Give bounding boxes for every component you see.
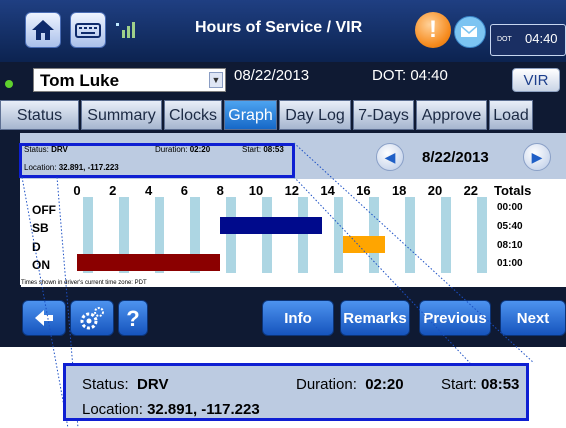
hour-label-18: 18: [391, 183, 407, 198]
hour-label-16: 16: [356, 183, 371, 198]
device-screen: Hours of Service / VIR ! DOT 04:40 Tom L…: [0, 0, 566, 347]
hour-label-4: 4: [144, 183, 153, 198]
dot-clock: DOT 04:40: [490, 24, 566, 56]
zoom-status: Status: DRV: [82, 376, 169, 393]
gears-icon: [80, 307, 104, 330]
home-icon: [32, 20, 54, 40]
zoom-location: Location: 32.891, -117.223: [82, 401, 260, 418]
driver-name: Tom Luke: [40, 71, 120, 90]
settings-button[interactable]: [70, 300, 114, 336]
hour-label-12: 12: [284, 183, 300, 198]
zoom-start: Start: 08:53: [441, 376, 520, 393]
chevron-right-icon: ▶: [531, 149, 543, 165]
hour-label-6: 6: [180, 183, 188, 198]
title-bar: Hours of Service / VIR ! DOT 04:40: [0, 0, 566, 62]
segment-on-0[interactable]: [77, 254, 221, 271]
home-button[interactable]: [25, 12, 61, 48]
signal-icon: [116, 22, 135, 38]
dot-clock-label: DOT: [497, 36, 512, 43]
total-off: 00:00: [497, 202, 523, 213]
vir-button[interactable]: VIR: [512, 68, 560, 92]
hour-label-10: 10: [248, 183, 264, 198]
zoom-duration: Duration: 02:20: [296, 376, 404, 393]
graph-stripe: [476, 197, 487, 273]
segment-d-0[interactable]: [343, 236, 385, 253]
graph-stripe: [441, 197, 451, 273]
graph-stripe: [297, 197, 308, 273]
remarks-button[interactable]: Remarks: [340, 300, 410, 336]
keyboard-icon: [75, 23, 101, 38]
tab-approve[interactable]: Approve: [416, 100, 487, 130]
help-button[interactable]: ?: [118, 300, 148, 336]
status-indicator-dot: [5, 80, 13, 88]
total-on: 01:00: [497, 258, 523, 269]
tab-status[interactable]: Status: [0, 100, 79, 130]
tab-summary[interactable]: Summary: [81, 100, 162, 130]
tab-clocks[interactable]: Clocks: [164, 100, 222, 130]
driver-row: Tom Luke ▼ 08/22/2013 DOT: 04:40 VIR: [0, 62, 566, 94]
status-label-off: OFF: [32, 203, 56, 217]
tab-load[interactable]: Load: [489, 100, 533, 130]
status-label-sb: SB: [32, 221, 49, 235]
alert-button[interactable]: !: [415, 12, 451, 48]
hour-label-22: 22: [463, 183, 479, 198]
zoomed-info-callout: Status: DRV Duration: 02:20 Start: 08:53…: [63, 363, 529, 421]
graph-stripe: [333, 197, 344, 273]
header-dot-time: DOT: 04:40: [372, 67, 448, 84]
app-title: Hours of Service / VIR: [195, 19, 363, 36]
next-button[interactable]: Next: [500, 300, 566, 336]
total-d: 08:10: [497, 240, 523, 251]
graph-stripe: [226, 197, 237, 273]
hour-label-20: 20: [427, 183, 443, 198]
hour-label-2: 2: [109, 183, 117, 198]
driver-select[interactable]: Tom Luke ▼: [33, 68, 226, 92]
hour-label-14: 14: [320, 183, 335, 198]
info-selection-highlight: [19, 143, 295, 178]
alert-icon: !: [429, 16, 437, 43]
back-arrow-icon: [35, 310, 53, 326]
total-sb: 05:40: [497, 221, 523, 232]
status-label-on: ON: [32, 258, 50, 272]
tab-bar: Status Summary Clocks Graph Day Log 7-Da…: [0, 100, 566, 130]
chevron-down-icon: ▼: [209, 72, 223, 88]
prev-day-button[interactable]: ◀: [376, 143, 404, 171]
graph-date: 8/22/2013: [422, 149, 489, 166]
info-button[interactable]: Info: [262, 300, 334, 336]
back-button[interactable]: [22, 300, 66, 336]
graph-stripe: [405, 197, 416, 273]
tab-day-log[interactable]: Day Log: [279, 100, 351, 130]
chevron-left-icon: ◀: [384, 149, 396, 165]
totals-header: Totals: [494, 183, 532, 198]
mail-icon: [460, 25, 478, 37]
dot-clock-value: 04:40: [525, 31, 558, 46]
graph-stripe: [262, 197, 272, 273]
graph-stripe: [369, 197, 380, 273]
previous-button[interactable]: Previous: [419, 300, 491, 336]
segment-sb-0[interactable]: [220, 217, 322, 234]
next-day-button[interactable]: ▶: [523, 143, 551, 171]
status-label-d: D: [32, 240, 41, 254]
tab-7-days[interactable]: 7-Days: [353, 100, 414, 130]
timezone-note: Times shown in driver's current time zon…: [21, 279, 566, 287]
mail-button[interactable]: [454, 16, 486, 48]
keyboard-button[interactable]: [70, 12, 106, 48]
hour-label-8: 8: [216, 183, 224, 198]
header-date: 08/22/2013: [234, 67, 310, 84]
hour-label-0: 0: [73, 183, 81, 198]
tab-graph[interactable]: Graph: [224, 100, 277, 130]
